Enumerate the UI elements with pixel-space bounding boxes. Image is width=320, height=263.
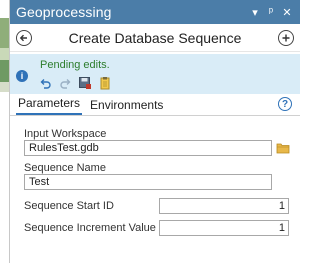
pending-edits-message: Pending edits. xyxy=(40,59,110,71)
sequence-name-field[interactable]: Test xyxy=(24,174,272,190)
geoprocessing-pane: Geoprocessing ▾ ᵖ ✕ Create Database Sequ… xyxy=(10,0,300,263)
map-fragment xyxy=(0,18,9,48)
tool-tabs: Parameters Environments ? xyxy=(10,94,300,116)
start-id-field[interactable]: 1 xyxy=(159,198,289,214)
input-workspace-field[interactable]: RulesTest.gdb xyxy=(24,140,272,156)
browse-folder-icon[interactable] xyxy=(276,142,290,154)
map-fragment xyxy=(0,60,9,82)
sequence-name-label: Sequence Name xyxy=(24,162,106,174)
close-pane-icon[interactable]: ✕ xyxy=(280,6,294,19)
discard-edits-icon[interactable] xyxy=(98,76,112,90)
input-workspace-label: Input Workspace xyxy=(24,128,107,140)
info-icon: i xyxy=(16,70,28,82)
pane-options-dropdown-icon[interactable]: ▾ xyxy=(248,6,262,19)
tool-title: Create Database Sequence xyxy=(68,29,242,46)
redo-icon[interactable] xyxy=(58,76,72,90)
pending-edits-bar: i Pending edits. xyxy=(10,54,300,94)
map-view-edge xyxy=(0,0,10,263)
plus-icon[interactable] xyxy=(278,29,294,46)
help-icon[interactable]: ? xyxy=(278,97,292,111)
increment-value-field[interactable]: 1 xyxy=(159,220,289,236)
start-id-label: Sequence Start ID xyxy=(24,200,114,212)
increment-value-label: Sequence Increment Value xyxy=(24,222,156,234)
tool-header: Create Database Sequence xyxy=(10,24,300,52)
parameters-panel: Input Workspace RulesTest.gdb Sequence N… xyxy=(10,116,300,236)
pin-pane-icon[interactable]: ᵖ xyxy=(264,6,278,18)
map-fragment xyxy=(0,82,9,92)
save-edits-icon[interactable] xyxy=(78,76,92,90)
map-fragment xyxy=(0,48,9,60)
tab-parameters[interactable]: Parameters xyxy=(16,96,83,115)
undo-icon[interactable] xyxy=(38,76,52,90)
tab-environments[interactable]: Environments xyxy=(88,98,165,115)
pane-title: Geoprocessing xyxy=(16,4,112,20)
pane-titlebar: Geoprocessing ▾ ᵖ ✕ xyxy=(10,0,300,24)
back-arrow-icon[interactable] xyxy=(16,29,32,46)
